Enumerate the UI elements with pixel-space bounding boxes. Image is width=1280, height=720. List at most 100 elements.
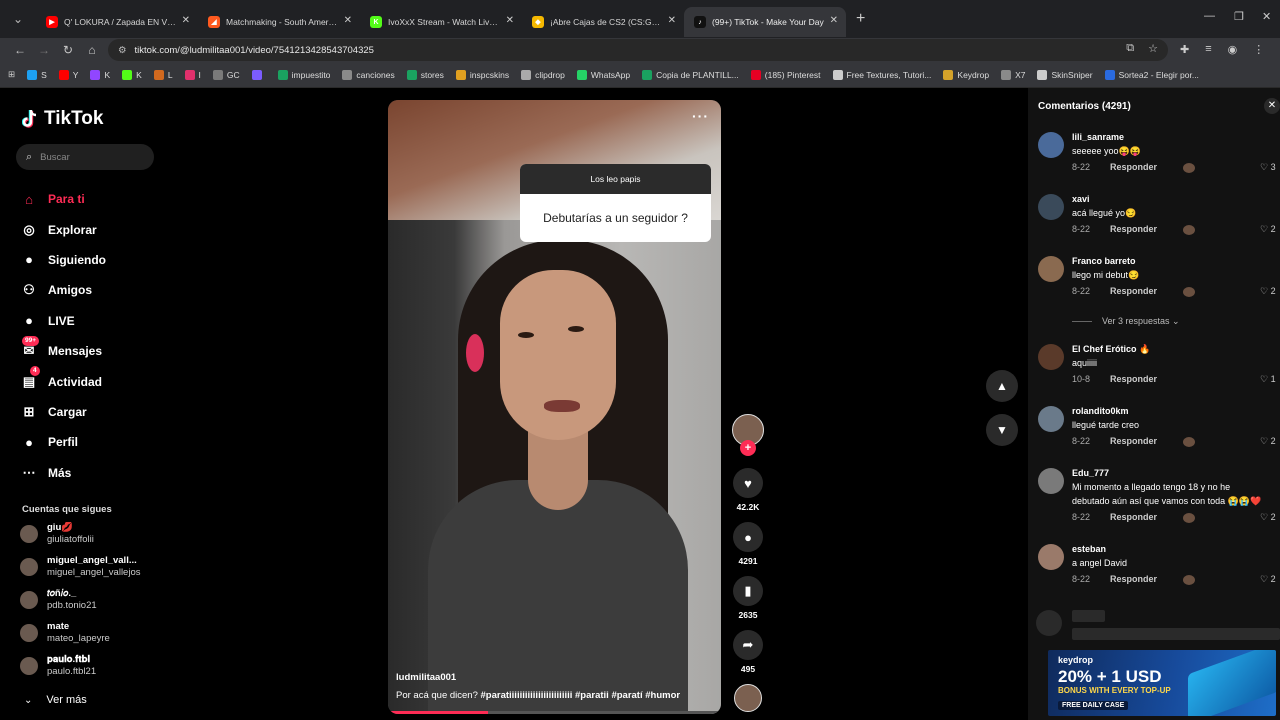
bookmark-item[interactable]: stores <box>406 69 444 80</box>
reply-button[interactable]: Responder <box>1110 286 1157 296</box>
sidebar-item-live[interactable]: ● LIVE <box>20 306 160 336</box>
follow-plus-icon[interactable]: + <box>740 440 756 456</box>
avatar[interactable] <box>1038 194 1064 220</box>
comment-user[interactable]: lili_sanrame <box>1072 132 1124 142</box>
bookmark-item[interactable]: K <box>90 69 110 80</box>
reply-button[interactable]: Responder <box>1110 436 1157 446</box>
bookmark-item[interactable]: Y <box>58 69 78 80</box>
creator-avatar[interactable]: + <box>728 414 768 456</box>
ad-cta[interactable]: FREE DAILY CASE <box>1058 701 1129 710</box>
bookmark-item[interactable]: L <box>153 69 173 80</box>
bookmark-item[interactable]: inspcskins <box>455 69 509 80</box>
next-creator-avatar[interactable] <box>728 684 768 712</box>
avatar[interactable] <box>1038 344 1064 370</box>
reply-button[interactable]: Responder <box>1110 162 1157 172</box>
comment-user[interactable]: Franco barreto <box>1072 256 1136 266</box>
following-account[interactable]: miguel_angel_vall... miguel_angel_vallejo… <box>20 553 160 583</box>
share-button[interactable]: ➦ 495 <box>728 630 768 674</box>
like-button[interactable]: ♥ 42.2K <box>728 468 768 512</box>
reply-button[interactable]: Responder <box>1110 574 1157 584</box>
apps-icon[interactable]: ⊞ <box>8 69 15 80</box>
bookmark-item[interactable]: Sortea2 - Elegir por... <box>1104 69 1199 80</box>
bookmark-item[interactable]: GC <box>212 69 240 80</box>
reply-button[interactable]: Responder <box>1110 374 1157 384</box>
forward-icon[interactable]: → <box>32 43 56 57</box>
tab-search-icon[interactable]: ⌄ <box>0 0 36 38</box>
close-comments-icon[interactable]: ✕ <box>1264 98 1280 114</box>
avatar[interactable] <box>1038 468 1064 494</box>
sidebar-item-compass[interactable]: ◎ Explorar <box>20 214 160 244</box>
following-account[interactable]: mate mateo_lapeyre <box>20 619 160 649</box>
bookmark-item[interactable] <box>251 69 266 80</box>
view-replies-button[interactable]: Ver 3 respuestas ⌄ <box>1072 316 1180 327</box>
video-player[interactable]: ··· Los leo papis Debutarías a un seguid… <box>388 100 721 714</box>
sidebar-item-profile[interactable]: ● Perfil <box>20 427 160 457</box>
avatar[interactable] <box>1038 256 1064 282</box>
comment-like-button[interactable]: ♡ 2 <box>1260 436 1276 447</box>
video-options-icon[interactable]: ··· <box>692 108 709 124</box>
browser-tab[interactable]: K IvoXxX Stream - Watch Live on ✕ <box>360 7 522 37</box>
home-button-icon[interactable]: ⌂ <box>80 43 104 57</box>
comment-user[interactable]: El Chef Erótico 🔥 <box>1072 344 1150 355</box>
following-account[interactable]: 𝐩𝐚𝐮𝐥𝐨.𝐟𝐭𝐛𝐥 paulo.ftbl21 <box>20 652 160 682</box>
minimize-icon[interactable]: — <box>1204 10 1215 22</box>
comment-like-button[interactable]: ♡ 2 <box>1260 574 1276 585</box>
caption-hashtags[interactable]: #paratiiiiiiiiiiiiiiiiiiiiiiii #paratii … <box>481 690 681 701</box>
avatar[interactable] <box>1038 406 1064 432</box>
sidebar-item-more[interactable]: ⋯ Más <box>20 458 160 488</box>
bookmark-item[interactable]: WhatsApp <box>576 69 630 80</box>
bookmark-item[interactable]: S <box>27 69 47 80</box>
comment-like-button[interactable]: ♡ 2 <box>1260 224 1276 235</box>
bookmark-item[interactable]: canciones <box>342 69 395 80</box>
sidebar-item-activity[interactable]: ▤ 4 Actividad <box>20 366 160 396</box>
bookmark-item[interactable]: (185) Pinterest <box>750 69 821 80</box>
browser-tab[interactable]: ◢ Matchmaking - South America ✕ <box>198 7 360 37</box>
bookmark-item[interactable]: Free Textures, Tutori... <box>832 69 931 80</box>
bookmark-item[interactable]: Copia de PLANTILL... <box>642 69 739 80</box>
site-info-icon[interactable]: ⚙ <box>118 45 127 56</box>
sidebar-item-friends[interactable]: ⚇ Amigos <box>20 275 160 305</box>
search-input[interactable]: ⌕ Buscar <box>16 144 154 170</box>
video-username[interactable]: ludmilitaa001 <box>396 672 456 683</box>
reply-button[interactable]: Responder <box>1110 224 1157 234</box>
tab-close-icon[interactable]: ✕ <box>668 15 676 26</box>
avatar[interactable] <box>1038 544 1064 570</box>
bookmark-star-icon[interactable]: ☆ <box>1148 42 1158 55</box>
browser-tab[interactable]: ♪ (99+) TikTok - Make Your Day ✕ <box>684 7 846 37</box>
bookmark-item[interactable]: Keydrop <box>943 69 989 80</box>
install-icon[interactable]: ⧉ <box>1126 42 1134 55</box>
comment-user[interactable]: xavi <box>1072 194 1090 204</box>
bookmark-item[interactable]: I <box>184 69 201 80</box>
comment-like-button[interactable]: ♡ 1 <box>1260 374 1276 385</box>
bookmark-item[interactable]: X7 <box>1001 69 1025 80</box>
bookmark-item[interactable]: impuestito <box>277 69 330 80</box>
address-bar[interactable]: ⚙ tiktok.com/@ludmilitaa001/video/754121… <box>108 39 1168 61</box>
window-close-icon[interactable]: ✕ <box>1262 10 1271 23</box>
comment-like-button[interactable]: ♡ 2 <box>1260 286 1276 297</box>
maximize-icon[interactable]: ❐ <box>1234 10 1244 23</box>
browser-tab[interactable]: ▶ Q' LOKURA / Zapada EN VIVO ✕ <box>36 7 198 37</box>
tab-close-icon[interactable]: ✕ <box>182 15 190 26</box>
tab-close-icon[interactable]: ✕ <box>830 15 838 26</box>
bookmark-item[interactable]: K <box>122 69 142 80</box>
reload-icon[interactable]: ↻ <box>56 43 80 57</box>
extensions-icon[interactable]: ✚ <box>1180 43 1189 56</box>
comment-button[interactable]: ● 4291 <box>728 522 768 566</box>
tab-close-icon[interactable]: ✕ <box>506 15 514 26</box>
comment-user[interactable]: Edu_777 <box>1072 468 1109 478</box>
sidebar-item-messages[interactable]: ✉ 99+ Mensajes <box>20 335 160 366</box>
media-icon[interactable]: ≡ <box>1205 43 1211 56</box>
avatar[interactable] <box>1038 132 1064 158</box>
previous-video-button[interactable]: ▲ <box>986 370 1018 402</box>
browser-menu-icon[interactable]: ⋮ <box>1253 43 1264 56</box>
browser-tab[interactable]: ◆ ¡Abre Cajas de CS2 (CS:GO), Ga ✕ <box>522 7 684 37</box>
sidebar-item-home[interactable]: ⌂ Para ti <box>20 184 160 214</box>
comment-user[interactable]: esteban <box>1072 544 1106 554</box>
bookmark-item[interactable]: SkinSniper <box>1037 69 1093 80</box>
following-account[interactable]: 𝑡𝑜ñ𝑖𝑜._ pdb.tonio21 <box>20 586 160 616</box>
comment-like-button[interactable]: ♡ 3 <box>1260 162 1276 173</box>
profile-avatar-icon[interactable]: ◉ <box>1228 43 1238 56</box>
following-account[interactable]: giu💋 giuliatoffolii <box>20 520 160 550</box>
tiktok-logo[interactable]: TikTok <box>21 108 103 130</box>
next-video-button[interactable]: ▼ <box>986 414 1018 446</box>
